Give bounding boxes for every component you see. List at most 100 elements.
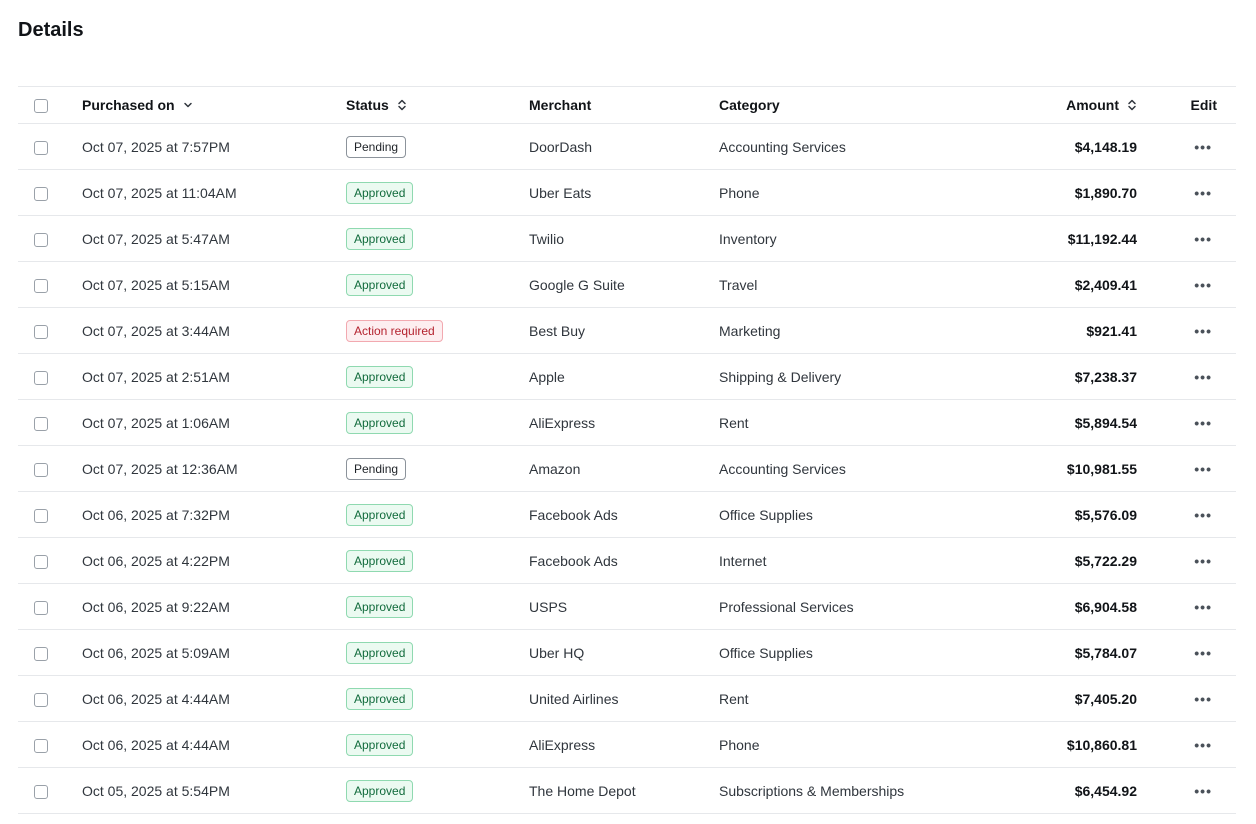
category-cell: Phone [719, 169, 1019, 216]
more-horizontal-icon[interactable]: ••• [1194, 692, 1212, 706]
row-checkbox[interactable] [34, 140, 48, 155]
more-horizontal-icon[interactable]: ••• [1194, 738, 1212, 752]
category-name: Rent [719, 690, 749, 707]
more-horizontal-icon[interactable]: ••• [1194, 416, 1212, 430]
row-checkbox[interactable] [34, 278, 48, 293]
purchase-date-cell: Oct 05, 2025 at 5:54PM [82, 767, 346, 814]
table-row[interactable]: Oct 05, 2025 at 5:54PM Approved The Home… [18, 767, 1236, 814]
column-label-purchased-on: Purchased on [82, 97, 175, 113]
more-horizontal-icon[interactable]: ••• [1194, 508, 1212, 522]
table-row[interactable]: Oct 07, 2025 at 7:57PM Pending DoorDash … [18, 123, 1236, 170]
row-checkbox[interactable] [34, 738, 48, 753]
table-row[interactable]: Oct 06, 2025 at 7:32PM Approved Facebook… [18, 491, 1236, 538]
column-label-merchant: Merchant [529, 97, 592, 113]
more-horizontal-icon[interactable]: ••• [1194, 462, 1212, 476]
more-horizontal-icon[interactable]: ••• [1194, 600, 1212, 614]
row-checkbox[interactable] [34, 416, 48, 431]
amount-cell: $1,890.70 [1019, 169, 1137, 216]
merchant-cell: Facebook Ads [529, 491, 719, 538]
status-cell: Approved [346, 491, 529, 538]
row-checkbox[interactable] [34, 232, 48, 247]
more-horizontal-icon[interactable]: ••• [1194, 646, 1212, 660]
category-name: Phone [719, 736, 760, 753]
column-header-status[interactable]: Status [346, 86, 529, 124]
category-cell: Rent [719, 399, 1019, 446]
status-badge: Pending [346, 135, 407, 158]
column-header-amount[interactable]: Amount [1019, 86, 1137, 124]
purchase-date: Oct 06, 2025 at 4:44AM [82, 736, 230, 753]
purchase-date-cell: Oct 07, 2025 at 5:15AM [82, 261, 346, 308]
purchase-date: Oct 07, 2025 at 12:36AM [82, 460, 238, 477]
purchase-date: Oct 06, 2025 at 5:09AM [82, 644, 230, 661]
amount-value: $5,784.07 [1074, 644, 1137, 661]
status-cell: Approved [346, 169, 529, 216]
row-checkbox[interactable] [34, 646, 48, 661]
row-checkbox[interactable] [34, 324, 48, 339]
more-horizontal-icon[interactable]: ••• [1194, 140, 1212, 154]
purchase-date: Oct 06, 2025 at 9:22AM [82, 598, 230, 615]
more-horizontal-icon[interactable]: ••• [1194, 278, 1212, 292]
table-row[interactable]: Oct 07, 2025 at 12:36AM Pending Amazon A… [18, 445, 1236, 492]
category-cell: Office Supplies [719, 491, 1019, 538]
status-badge: Approved [346, 273, 414, 296]
row-checkbox[interactable] [34, 692, 48, 707]
row-select-cell [18, 307, 82, 354]
purchase-date-cell: Oct 06, 2025 at 4:22PM [82, 537, 346, 584]
purchase-date-cell: Oct 07, 2025 at 2:51AM [82, 353, 346, 400]
category-cell: Phone [719, 721, 1019, 768]
amount-cell: $10,981.55 [1019, 445, 1137, 492]
table-row[interactable]: Oct 07, 2025 at 2:51AM Approved Apple Sh… [18, 353, 1236, 400]
row-checkbox[interactable] [34, 554, 48, 569]
more-horizontal-icon[interactable]: ••• [1194, 186, 1212, 200]
more-horizontal-icon[interactable]: ••• [1194, 232, 1212, 246]
details-table: Purchased on Status Merchant Category Am… [18, 86, 1236, 814]
category-name: Office Supplies [719, 506, 813, 523]
table-row[interactable]: Oct 06, 2025 at 9:22AM Approved USPS Pro… [18, 583, 1236, 630]
status-cell: Approved [346, 353, 529, 400]
row-checkbox[interactable] [34, 508, 48, 523]
category-cell: Marketing [719, 307, 1019, 354]
row-checkbox[interactable] [34, 462, 48, 477]
row-select-cell [18, 629, 82, 676]
table-row[interactable]: Oct 06, 2025 at 5:09AM Approved Uber HQ … [18, 629, 1236, 676]
more-horizontal-icon[interactable]: ••• [1194, 554, 1212, 568]
table-row[interactable]: Oct 06, 2025 at 4:22PM Approved Facebook… [18, 537, 1236, 584]
sort-icon[interactable] [397, 99, 407, 111]
table-row[interactable]: Oct 07, 2025 at 1:06AM Approved AliExpre… [18, 399, 1236, 446]
more-horizontal-icon[interactable]: ••• [1194, 324, 1212, 338]
category-name: Accounting Services [719, 460, 846, 477]
row-checkbox[interactable] [34, 370, 48, 385]
merchant-name: Google G Suite [529, 276, 625, 293]
row-checkbox[interactable] [34, 600, 48, 615]
merchant-cell: USPS [529, 583, 719, 630]
status-badge: Approved [346, 549, 414, 572]
more-horizontal-icon[interactable]: ••• [1194, 784, 1212, 798]
table-row[interactable]: Oct 07, 2025 at 11:04AM Approved Uber Ea… [18, 169, 1236, 216]
merchant-cell: DoorDash [529, 123, 719, 170]
category-name: Rent [719, 414, 749, 431]
table-row[interactable]: Oct 06, 2025 at 4:44AM Approved AliExpre… [18, 721, 1236, 768]
table-row[interactable]: Oct 07, 2025 at 5:47AM Approved Twilio I… [18, 215, 1236, 262]
select-all-checkbox[interactable] [34, 99, 48, 114]
column-header-purchased-on[interactable]: Purchased on [82, 86, 346, 124]
merchant-name: Amazon [529, 460, 581, 477]
edit-cell: ••• [1137, 491, 1236, 538]
category-name: Inventory [719, 230, 777, 247]
table-row[interactable]: Oct 07, 2025 at 5:15AM Approved Google G… [18, 261, 1236, 308]
table-row[interactable]: Oct 06, 2025 at 4:44AM Approved United A… [18, 675, 1236, 722]
row-checkbox[interactable] [34, 186, 48, 201]
column-header-merchant: Merchant [529, 86, 719, 124]
status-badge: Pending [346, 457, 407, 480]
amount-value: $5,576.09 [1074, 506, 1137, 523]
purchase-date-cell: Oct 07, 2025 at 3:44AM [82, 307, 346, 354]
row-checkbox[interactable] [34, 784, 48, 799]
edit-cell: ••• [1137, 537, 1236, 584]
purchase-date-cell: Oct 06, 2025 at 9:22AM [82, 583, 346, 630]
status-cell: Approved [346, 721, 529, 768]
status-badge: Approved [346, 595, 414, 618]
sort-icon[interactable] [1127, 99, 1137, 111]
chevron-down-icon[interactable] [183, 99, 193, 111]
row-select-cell [18, 491, 82, 538]
table-row[interactable]: Oct 07, 2025 at 3:44AM Action required B… [18, 307, 1236, 354]
more-horizontal-icon[interactable]: ••• [1194, 370, 1212, 384]
